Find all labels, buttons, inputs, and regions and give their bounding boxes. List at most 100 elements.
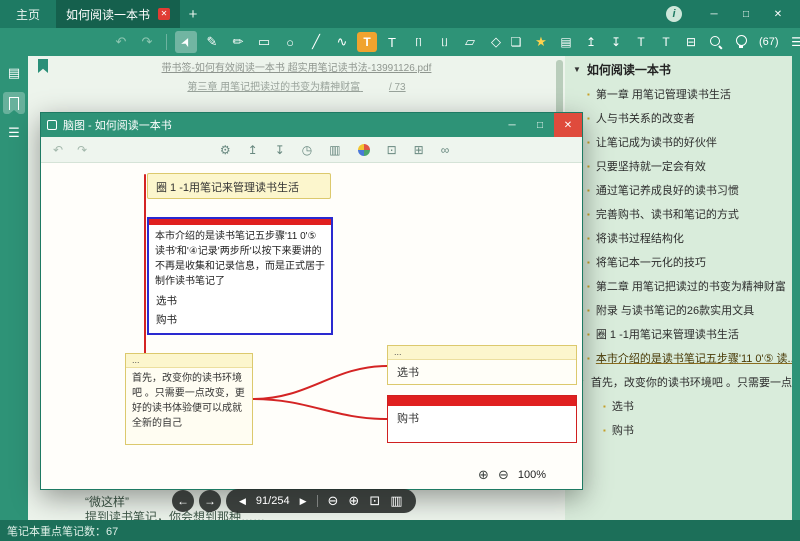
ellipse-tool-button[interactable]: ○ [279,31,301,53]
outline-item-selected[interactable]: ▪本市介绍的是读书笔记五步骤'11 0'⑤ 读... [565,346,792,370]
tab-close-icon[interactable]: ✕ [158,8,170,20]
pdf-chapter-line: 第三章 用笔记把读过的书变为精神财富 / 73 [28,78,565,93]
mindmap-window-title: 脑图 - 如何阅读一本书 [63,117,172,133]
undo-button[interactable]: ↶ [110,31,132,53]
outline-item[interactable]: ▪第一章 用笔记管理读书生活 [565,82,792,106]
zoom-in-button[interactable]: ⊕ [478,467,489,483]
page-panel-icon[interactable]: ❏ [507,32,525,52]
pdf-page-ref: / 73 [389,82,406,93]
outline-item[interactable]: ▪圈 1 -1用笔记来管理读书生活 [565,322,792,346]
two-page-view-button[interactable]: ▥ [390,493,402,509]
text-tool-button[interactable]: T [381,31,403,53]
mindmap-maximize-button[interactable]: □ [526,113,554,137]
node-detail-item[interactable]: 选书 [149,291,331,310]
bullet-icon: ▪ [587,186,590,195]
history-clock-icon[interactable]: ◷ [302,143,312,157]
outline-item[interactable]: ▪完善购书、读书和笔记的方式 [565,202,792,226]
bracket-close-tool-button[interactable]: ⌊⌋ [433,31,455,53]
zoom-out-button[interactable]: ⊖ [498,467,509,483]
outline-item[interactable]: ▪人与书关系的改变者 [565,106,792,130]
outline-item-label: 本市介绍的是读书笔记五步骤'11 0'⑤ 读... [596,350,792,366]
outline-item[interactable]: ▪通过笔记养成良好的读书习惯 [565,178,792,202]
document-tab[interactable]: 如何阅读一本书 ✕ [56,0,180,28]
scroll-bottom-icon[interactable]: ↧ [607,32,625,52]
minimize-button[interactable]: ─ [700,3,728,25]
wave-underline-tool-button[interactable]: ∿ [331,31,353,53]
page-indicator[interactable]: 91/254 [256,495,290,507]
page-navigation: ← → ◀ 91/254 ▶ ⊖ ⊕ ⊡ ▥ [172,489,416,513]
bookmark-icon [9,97,19,110]
mindmap-canvas[interactable]: 圈 1 -1用笔记来管理读书生活 本市介绍的是读书笔记五步骤'11 0'⑤读书'… [41,163,582,489]
eraser-tool-button[interactable]: ▱ [459,31,481,53]
menu-panel-button[interactable]: ☰ [3,122,25,144]
mindmap-minimize-button[interactable]: ─ [498,113,526,137]
mindmap-redo-button[interactable]: ↷ [77,143,87,157]
mindmap-node-xuanshu[interactable]: ... 选书 [387,345,577,385]
idea-button[interactable] [732,32,750,52]
node-detail-item[interactable]: 购书 [149,310,331,329]
link-icon[interactable]: ∞ [441,143,450,157]
outline-root[interactable]: ▼ 如何阅读一本书 [565,56,792,82]
outline-item[interactable]: ▪只要坚持就一定会有效 [565,154,792,178]
maximize-button[interactable]: □ [732,3,760,25]
mindmap-node-goushu[interactable]: 购书 [387,395,577,443]
zoom-out-button[interactable]: ⊖ [328,493,339,509]
prev-note-icon[interactable]: T [632,32,650,52]
fit-page-button[interactable]: ⊡ [369,493,380,509]
notebook-panel-button[interactable]: ▤ [3,62,25,84]
outline-item[interactable]: ▪附录 与读书笔记的26款实用文具 [565,298,792,322]
bullet-icon: ▪ [587,114,590,123]
info-icon[interactable]: i [666,6,682,22]
outline-item[interactable]: ▪将笔记本一元化的技巧 [565,250,792,274]
home-button[interactable]: 主页 [0,0,56,28]
import-icon[interactable]: ↧ [275,143,285,157]
outline-list-icon[interactable]: ▤ [557,32,575,52]
select-tool-button[interactable]: ➤ [175,31,197,53]
text-highlight-tool-button[interactable]: T [357,32,377,52]
mindmap-node-topic[interactable]: 圈 1 -1用笔记来管理读书生活 [147,173,331,199]
nav-back-button[interactable]: ← [172,490,194,512]
bracket-open-tool-button[interactable]: ⌈⌉ [407,31,429,53]
sidebar-scrollbar[interactable] [792,56,800,520]
clear-tool-button[interactable]: ◇ [485,31,507,53]
pdf-chapter-heading: 第三章 用笔记把读过的书变为精神财富 [187,82,360,93]
node-header: ... [126,354,252,368]
new-tab-button[interactable]: + [180,6,206,23]
mindmap-node-detail[interactable]: 本市介绍的是读书笔记五步骤'11 0'⑤读书'和'④记录'两步所'以按下来要讲的… [147,217,333,335]
highlighter-tool-button[interactable]: ✏ [227,31,249,53]
mindmap-close-button[interactable]: ✕ [554,113,582,137]
nav-forward-button[interactable]: → [199,490,221,512]
scroll-top-icon[interactable]: ↥ [582,32,600,52]
outline-item[interactable]: ▪购书 [565,418,792,442]
next-page-button[interactable]: ▶ [300,496,307,507]
export-icon[interactable]: ↥ [248,143,258,157]
outline-item-label: 将读书过程结构化 [596,230,684,246]
collapse-icon[interactable]: ▼ [573,65,581,74]
palette-icon[interactable] [358,144,370,156]
close-button[interactable]: ✕ [764,3,792,25]
pen-tool-button[interactable]: ✎ [201,31,223,53]
presentation-icon[interactable]: ⊡ [387,143,397,157]
outline-item-expandable[interactable]: ▼首先，改变你的读书环境吧 。只需要一点... [565,370,792,394]
bookmark-panel-button[interactable] [3,92,25,114]
search-button[interactable] [707,32,725,52]
outline-item[interactable]: ▪将读书过程结构化 [565,226,792,250]
zoom-in-button[interactable]: ⊕ [348,493,359,509]
outline-item[interactable]: ▪选书 [565,394,792,418]
rectangle-tool-button[interactable]: ▭ [253,31,275,53]
collapse-notes-icon[interactable]: ⊟ [682,32,700,52]
redo-button[interactable]: ↷ [136,31,158,53]
layout-icon[interactable]: ▥ [329,143,340,157]
mindmap-node-note[interactable]: ... 首先，改变你的读书环境吧 。只需要一点改变，更好的读书体验便可以成就全新… [125,353,253,445]
mindmap-titlebar[interactable]: 脑图 - 如何阅读一本书 ─ □ ✕ [41,113,582,137]
settings-gear-icon[interactable]: ⚙ [220,143,231,157]
next-note-icon[interactable]: T [657,32,675,52]
line-tool-button[interactable]: ╱ [305,31,327,53]
menu-button[interactable]: ☰ [788,32,800,52]
star-icon[interactable]: ★ [532,32,550,52]
mindmap-undo-button[interactable]: ↶ [53,143,63,157]
outline-item[interactable]: ▪让笔记成为读书的好伙伴 [565,130,792,154]
screen-icon[interactable]: ⊞ [414,143,424,157]
outline-item[interactable]: ▪第二章 用笔记把读过的书变为精神财富 [565,274,792,298]
previous-page-button[interactable]: ◀ [239,496,246,507]
